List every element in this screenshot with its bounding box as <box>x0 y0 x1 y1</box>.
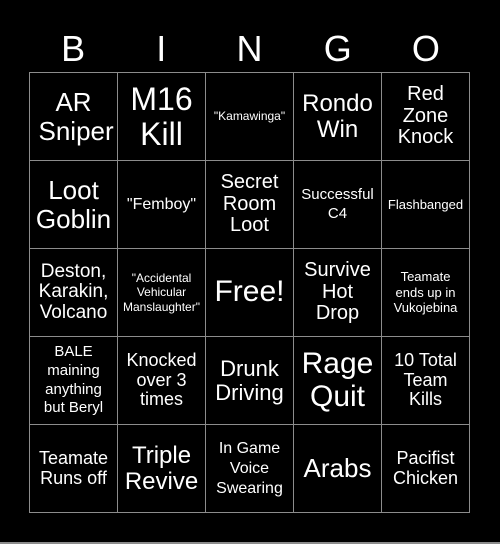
bingo-cell[interactable]: Teamate Runs off <box>30 425 118 513</box>
bingo-cell[interactable]: Secret Room Loot <box>206 161 294 249</box>
cell-text: Red Zone Knock <box>397 83 454 149</box>
bingo-cell[interactable]: Rondo Win <box>294 73 382 161</box>
bingo-cell[interactable]: M16 Kill <box>118 73 206 161</box>
bingo-cell[interactable]: Arabs <box>294 425 382 513</box>
cell-text: "Femboy" <box>126 195 197 213</box>
header-letter-g: G <box>323 28 352 69</box>
bingo-grid: AR Sniper M16 Kill "Kamawinga" Rondo Win… <box>29 72 470 513</box>
bingo-cell[interactable]: Survive Hot Drop <box>294 249 382 337</box>
bingo-cell[interactable]: Free! <box>206 249 294 337</box>
cell-text: AR Sniper <box>38 87 114 146</box>
bingo-cell[interactable]: In Game Voice Swearing <box>206 425 294 513</box>
cell-text: BALE maining anything but Beryl <box>43 343 104 417</box>
bingo-cell[interactable]: AR Sniper <box>30 73 118 161</box>
bingo-header: B I N G O <box>29 26 470 72</box>
bingo-cell[interactable]: Drunk Driving <box>206 337 294 425</box>
cell-text: Deston, Karakin, Volcano <box>38 260 109 323</box>
cell-text: Successful C4 <box>301 185 374 222</box>
header-letter-o: O <box>411 28 440 69</box>
cell-text: M16 Kill <box>130 80 193 152</box>
cell-text: Triple Revive <box>124 441 199 495</box>
bingo-cell[interactable]: Red Zone Knock <box>382 73 470 161</box>
bingo-cell[interactable]: Rage Quit <box>294 337 382 425</box>
bingo-cell[interactable]: BALE maining anything but Beryl <box>30 337 118 425</box>
bingo-cell[interactable]: Pacifist Chicken <box>382 425 470 513</box>
header-letter-n: N <box>236 28 263 69</box>
cell-text: Knocked over 3 times <box>126 350 197 410</box>
cell-text: Survive Hot Drop <box>304 259 371 325</box>
bingo-cell[interactable]: Successful C4 <box>294 161 382 249</box>
bingo-cell[interactable]: "Kamawinga" <box>206 73 294 161</box>
cell-text: Secret Room Loot <box>220 171 279 237</box>
cell-text: Flashbanged <box>387 196 464 212</box>
cell-text: Teamate Runs off <box>38 448 109 488</box>
bingo-cell[interactable]: Triple Revive <box>118 425 206 513</box>
cell-text: Teamate ends up in Vukojebina <box>393 269 458 316</box>
cell-text: "Accidental Vehicular Manslaughter" <box>123 270 200 314</box>
bingo-cell[interactable]: 10 Total Team Kills <box>382 337 470 425</box>
cell-text: Pacifist Chicken <box>392 448 459 488</box>
header-letter-i: I <box>156 28 167 69</box>
cell-text: Rage Quit <box>301 347 374 413</box>
cell-text: In Game Voice Swearing <box>216 439 283 497</box>
bingo-cell[interactable]: "Femboy" <box>118 161 206 249</box>
header-letter-b: B <box>61 28 86 69</box>
bingo-cell[interactable]: Flashbanged <box>382 161 470 249</box>
cell-text: "Kamawinga" <box>213 109 286 124</box>
cell-text: 10 Total Team Kills <box>394 350 457 410</box>
cell-text: Rondo Win <box>302 89 373 143</box>
cell-text: Free! <box>214 275 285 309</box>
bingo-cell[interactable]: Loot Goblin <box>30 161 118 249</box>
cell-text: Drunk Driving <box>215 355 284 405</box>
bingo-cell[interactable]: Deston, Karakin, Volcano <box>30 249 118 337</box>
cell-text: Arabs <box>303 453 372 484</box>
bingo-cell[interactable]: Teamate ends up in Vukojebina <box>382 249 470 337</box>
bingo-cell[interactable]: Knocked over 3 times <box>118 337 206 425</box>
bingo-cell[interactable]: "Accidental Vehicular Manslaughter" <box>118 249 206 337</box>
cell-text: Loot Goblin <box>35 175 112 234</box>
